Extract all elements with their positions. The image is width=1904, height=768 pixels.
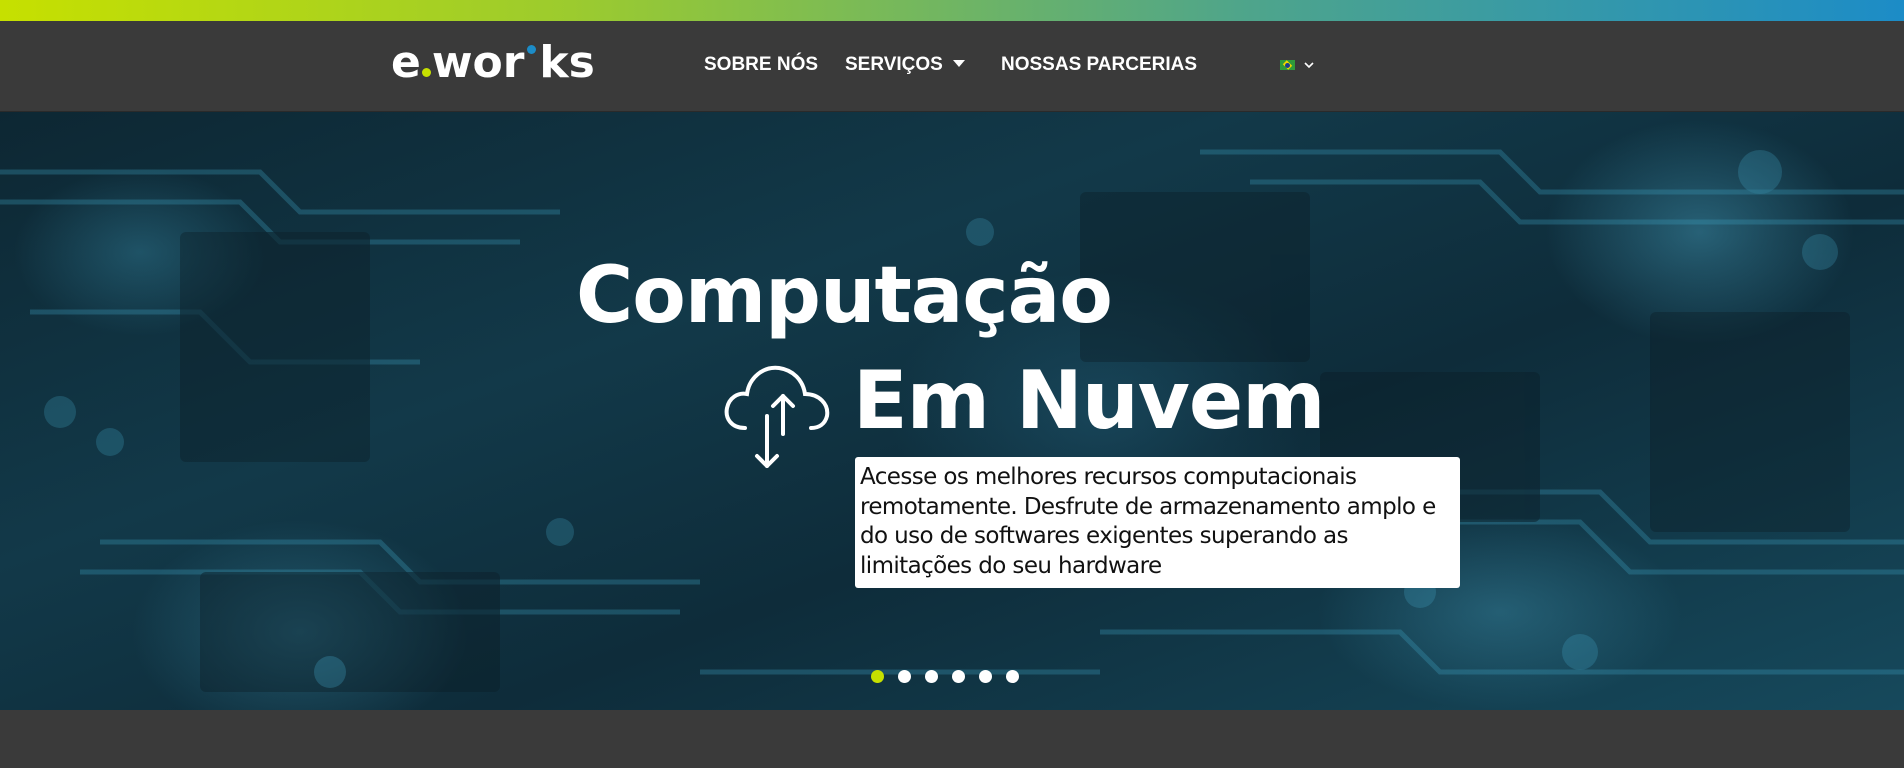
slider-dot-2[interactable] [898,670,911,683]
nav-item-servicos[interactable]: SERVIÇOS [845,53,965,77]
top-gradient-bar [0,0,1904,21]
slider-dot-5[interactable] [979,670,992,683]
page-footer-strip [0,710,1904,768]
logo-green-dot [421,68,431,77]
nav-item-nossas-parcerias[interactable]: NOSSAS PARCERIAS [1001,53,1197,77]
nav-item-label: SERVIÇOS [845,54,943,75]
nav-item-label: NOSSAS PARCERIAS [1001,54,1198,75]
brazil-flag-icon [1280,60,1295,70]
logo-blue-dot [527,45,537,54]
hero-slider: Computação Em Nuvem Acesse os melhores r… [0,112,1904,710]
language-selector[interactable] [1280,59,1315,71]
chevron-down-icon [1304,62,1314,69]
nav-item-label: SOBRE NÓS [704,54,819,75]
nav-item-sobre-nos[interactable]: SOBRE NÓS [704,53,818,77]
slider-dot-4[interactable] [952,670,965,683]
caret-down-icon [952,60,965,67]
navbar: e wor ks SOBRE NÓS SERVIÇOS NOSSAS PARCE… [0,21,1904,112]
slider-dot-6[interactable] [1006,670,1019,683]
slider-dot-1[interactable] [871,670,884,683]
logo-letters-wor: wor [431,37,525,88]
hero-title: Computação [576,251,1113,341]
slider-pagination [871,670,1019,683]
hero-subtitle: Em Nuvem [853,354,1326,447]
slider-dot-3[interactable] [925,670,938,683]
cloud-upload-download-icon [724,365,830,468]
logo-letters-ks: ks [539,37,595,88]
logo[interactable]: e wor ks [391,41,595,85]
logo-letter-e: e [391,37,421,88]
hero-description: Acesse os melhores recursos computaciona… [855,457,1460,588]
